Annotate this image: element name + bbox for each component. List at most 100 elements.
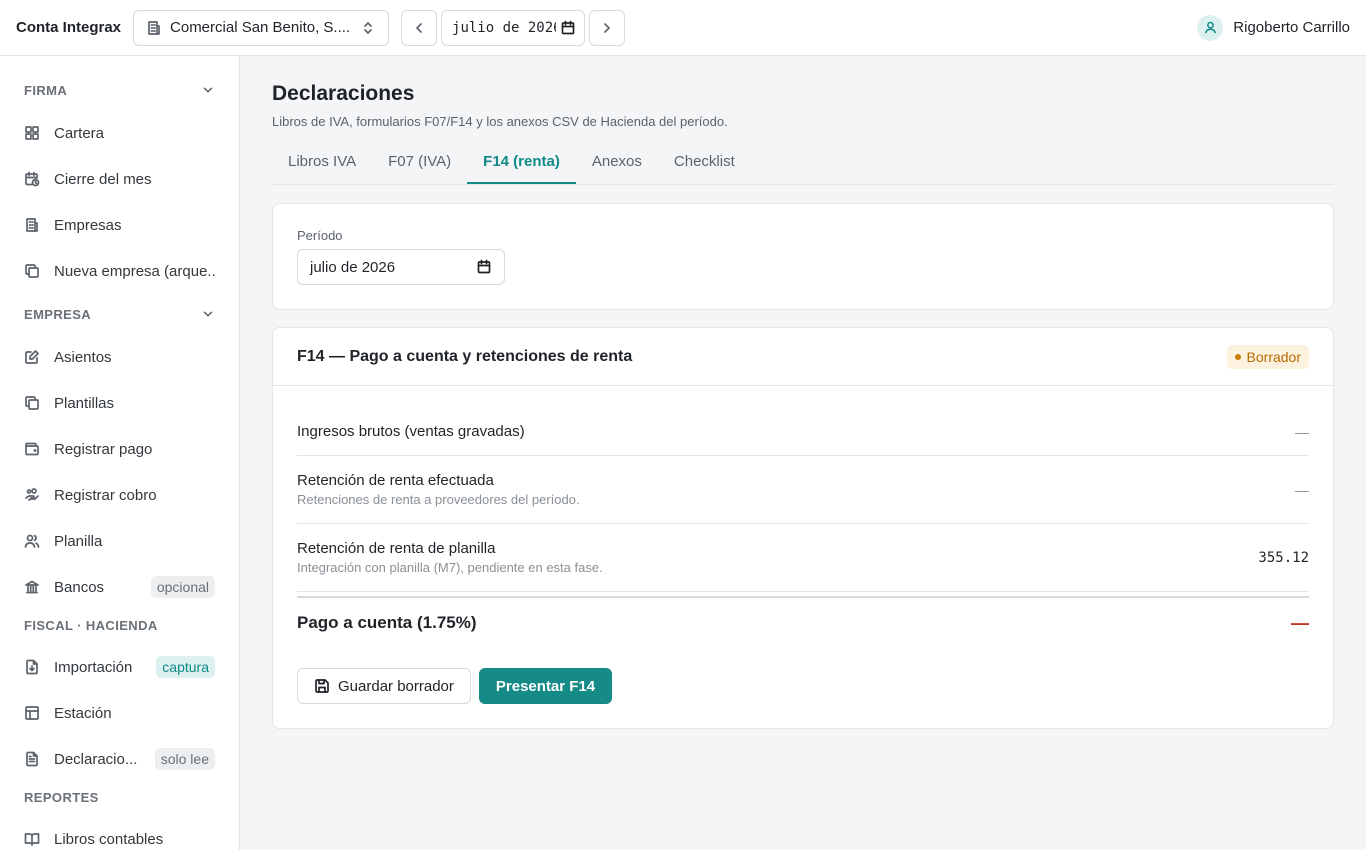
save-draft-label: Guardar borrador — [338, 677, 454, 695]
sidebar-item-label: Estación — [54, 704, 112, 722]
sidebar-item-libros-contables[interactable]: Libros contables — [24, 824, 215, 850]
submit-f14-button[interactable]: Presentar F14 — [478, 668, 613, 704]
sidebar-item-bancos[interactable]: Bancos opcional — [24, 572, 215, 602]
page-title: Declaraciones — [272, 82, 415, 105]
sidebar-item-cierre-del-mes[interactable]: Cierre del mes — [24, 164, 215, 194]
period-card: Período julio de 2026 — [272, 203, 1334, 310]
save-draft-button[interactable]: Guardar borrador — [297, 668, 471, 704]
section-firma[interactable]: FIRMA — [24, 78, 215, 102]
sidebar-item-label: Nueva empresa (arque... — [54, 262, 215, 280]
chevron-right-icon — [599, 20, 615, 36]
sidebar-item-label: Empresas — [54, 216, 122, 234]
chevron-down-icon — [201, 307, 215, 321]
company-selector[interactable]: Comercial San Benito, S.... — [133, 9, 390, 46]
row-value: — — [1295, 481, 1309, 498]
next-period-button[interactable] — [589, 9, 626, 46]
sidebar-item-registrar-pago[interactable]: Registrar pago — [24, 434, 215, 464]
sidebar-item-plantillas[interactable]: Plantillas — [24, 388, 215, 418]
sidebar-item-cartera[interactable]: Cartera — [24, 118, 215, 148]
chevron-left-icon — [411, 20, 427, 36]
user-menu[interactable]: Rigoberto Carrillo — [1197, 14, 1350, 41]
file-import-icon — [24, 659, 40, 675]
page-subtitle: Libros de IVA, formularios F07/F14 y los… — [272, 114, 728, 129]
copy-icon — [24, 395, 40, 411]
f14-actions: Guardar borrador Presentar F14 — [297, 668, 1309, 704]
f14-row: Ingresos brutos (ventas gravadas) — — [297, 408, 1309, 456]
chevron-down-icon — [201, 83, 215, 97]
row-name: Ingresos brutos (ventas gravadas) — [297, 423, 525, 440]
hand-coins-icon — [24, 487, 40, 503]
user-avatar-icon — [1197, 14, 1224, 41]
sidebar-item-label: Registrar cobro — [54, 486, 157, 504]
capture-badge: captura — [156, 656, 215, 678]
main-content: Declaraciones Libros de IVA, formularios… — [272, 56, 1334, 729]
table-icon — [24, 705, 40, 721]
users-icon — [24, 533, 40, 549]
book-open-icon — [24, 831, 40, 847]
user-name: Rigoberto Carrillo — [1233, 19, 1350, 36]
sidebar-item-label: Importación — [54, 658, 133, 676]
sidebar-item-label: Plantillas — [54, 394, 115, 412]
tab-f07-iva[interactable]: F07 (IVA) — [372, 147, 467, 184]
building-icon — [24, 217, 40, 233]
period-date-input[interactable]: julio de 2026 — [297, 249, 505, 285]
f14-total-row: Pago a cuenta (1.75%) — — [297, 596, 1309, 648]
read-only-badge: solo lee — [154, 748, 215, 770]
status-badge: Borrador — [1226, 344, 1309, 369]
sidebar-item-label: Bancos — [54, 578, 105, 596]
f14-title: F14 — Pago a cuenta y retenciones de ren… — [297, 347, 633, 365]
calendar-clock-icon — [24, 171, 40, 187]
sidebar-item-planilla[interactable]: Planilla — [24, 526, 215, 556]
tab-bar: Libros IVA F07 (IVA) F14 (renta) Anexos … — [272, 147, 1334, 185]
wallet-icon — [24, 441, 40, 457]
tab-f14-renta[interactable]: F14 (renta) — [467, 147, 576, 184]
save-icon — [314, 678, 330, 694]
section-reportes-title: REPORTES — [24, 790, 99, 805]
sidebar-item-estacion[interactable]: Estación — [24, 698, 215, 728]
chevrons-up-down-icon — [360, 20, 376, 36]
f14-row: Retención de renta de planilla Integraci… — [297, 524, 1309, 592]
tab-checklist[interactable]: Checklist — [658, 147, 751, 184]
previous-period-button[interactable] — [401, 9, 438, 46]
sidebar-item-label: Declaracio... — [54, 750, 138, 768]
row-name: Retención de renta de planilla — [297, 540, 496, 557]
row-value: — — [1295, 423, 1309, 440]
sidebar-item-nueva-empresa[interactable]: Nueva empresa (arque... — [24, 256, 215, 286]
tab-libros-iva[interactable]: Libros IVA — [272, 147, 372, 184]
row-help: Retenciones de renta a proveedores del p… — [297, 492, 580, 507]
app-brand[interactable]: Conta Integrax — [16, 19, 121, 36]
section-empresa[interactable]: EMPRESA — [24, 302, 215, 326]
company-name: Comercial San Benito, S.... — [170, 19, 351, 36]
total-value: — — [1291, 612, 1309, 633]
grid-icon — [24, 125, 40, 141]
status-label: Borrador — [1246, 348, 1301, 365]
f14-row: Retención de renta efectuada Retenciones… — [297, 456, 1309, 524]
top-bar: Conta Integrax Comercial San Benito, S..… — [0, 0, 1366, 56]
section-fiscal-title: FISCAL · HACIENDA — [24, 618, 158, 633]
row-help: Integración con planilla (M7), pendiente… — [297, 560, 603, 575]
period-label: Período — [297, 228, 343, 243]
sidebar-item-label: Planilla — [54, 532, 103, 550]
period-picker[interactable]: julio de 2026 — [441, 9, 586, 46]
calendar-icon[interactable] — [476, 259, 492, 275]
sidebar-item-label: Cierre del mes — [54, 170, 152, 188]
calendar-icon — [560, 20, 576, 36]
row-name: Retención de renta efectuada — [297, 472, 494, 489]
sidebar-item-label: Asientos — [54, 348, 112, 366]
f14-header: F14 — Pago a cuenta y retenciones de ren… — [273, 328, 1333, 386]
sidebar-item-asientos[interactable]: Asientos — [24, 342, 215, 372]
edit-icon — [24, 349, 40, 365]
sidebar-item-empresas[interactable]: Empresas — [24, 210, 215, 240]
sidebar-item-declaraciones[interactable]: Declaracio... solo lee — [24, 744, 215, 774]
sidebar-item-label: Registrar pago — [54, 440, 153, 458]
tab-anexos[interactable]: Anexos — [576, 147, 658, 184]
sidebar: FIRMA Cartera Cierre del mes Empresas Nu… — [0, 56, 240, 850]
period-picker-value: julio de 2026 — [452, 19, 557, 36]
sidebar-item-label: Cartera — [54, 124, 105, 142]
sidebar-item-importacion[interactable]: Importación captura — [24, 652, 215, 682]
row-value: 355.12 — [1258, 549, 1309, 566]
sidebar-item-label: Libros contables — [54, 830, 164, 848]
bank-icon — [24, 579, 40, 595]
building-icon — [146, 20, 162, 36]
sidebar-item-registrar-cobro[interactable]: Registrar cobro — [24, 480, 215, 510]
